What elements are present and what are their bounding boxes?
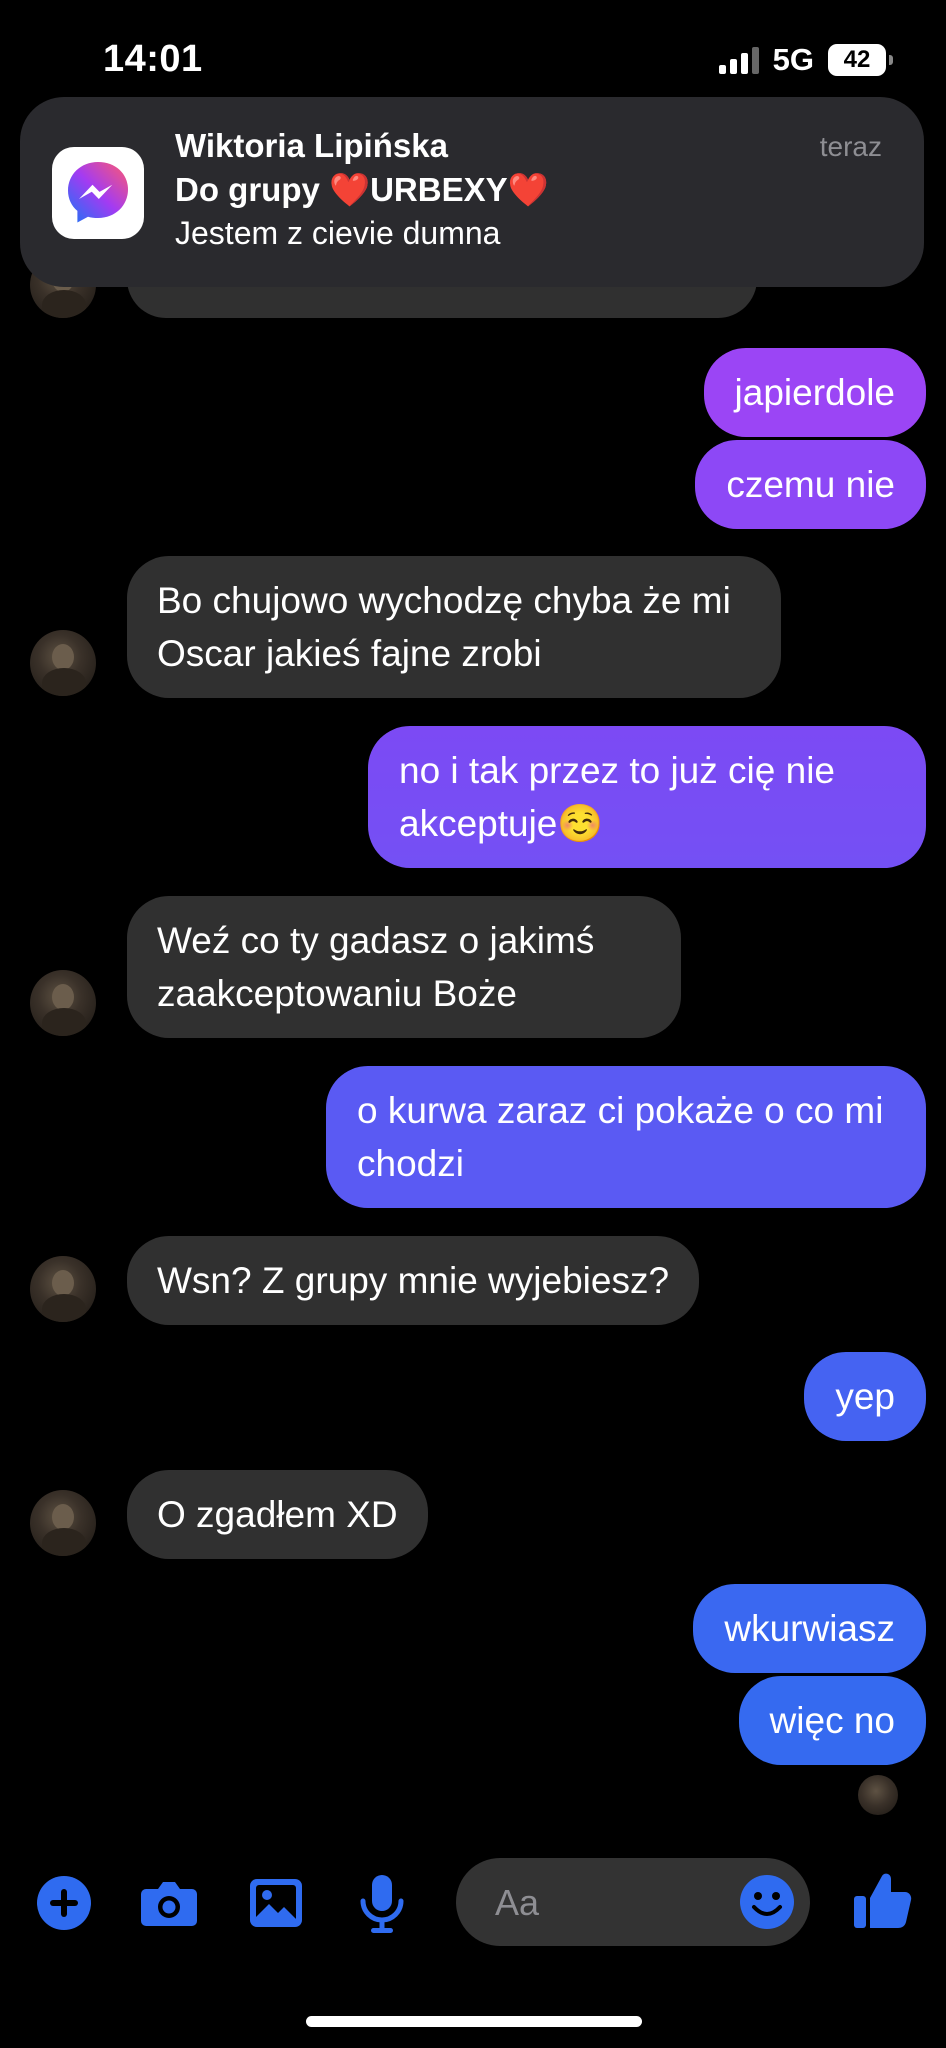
message-sent[interactable]: yep <box>804 1352 926 1441</box>
battery-icon: 42 <box>828 44 893 76</box>
notification-sender: Wiktoria Lipińska <box>175 127 448 164</box>
avatar <box>30 630 96 696</box>
message-sent[interactable]: czemu nie <box>695 440 926 529</box>
notification-time: teraz <box>819 131 882 162</box>
message-sent[interactable]: japierdole <box>703 348 926 437</box>
signal-icon <box>718 46 759 74</box>
message-sent[interactable]: więc no <box>738 1676 926 1765</box>
camera-icon[interactable] <box>138 1873 198 1933</box>
message-input[interactable] <box>493 1858 717 1948</box>
message-received[interactable]: Weź co ty gadasz o jakimś zaakceptowaniu… <box>127 896 681 1038</box>
read-receipt-avatar <box>858 1775 898 1815</box>
notification-banner[interactable]: Wiktoria Lipińska Do grupy ❤️URBEXY❤️ Je… <box>20 97 924 287</box>
messenger-icon <box>52 147 144 239</box>
avatar <box>30 1490 96 1556</box>
message-sent[interactable]: o kurwa zaraz ci pokaże o co mi chodzi <box>326 1066 926 1208</box>
image-icon[interactable] <box>246 1873 306 1933</box>
network-label: 5G <box>772 42 814 77</box>
smiley-icon[interactable] <box>738 1873 796 1931</box>
home-indicator <box>306 2016 642 2027</box>
avatar <box>30 970 96 1036</box>
message-sent[interactable]: wkurwiasz <box>693 1584 926 1673</box>
avatar <box>30 1256 96 1322</box>
plus-circle-icon[interactable] <box>34 1873 94 1933</box>
microphone-icon[interactable] <box>356 1873 416 1933</box>
message-sent[interactable]: no i tak przez to już cię nie akceptuje☺… <box>368 726 926 868</box>
message-received[interactable]: Bo chujowo wychodzę chyba że mi Oscar ja… <box>127 556 781 698</box>
message-composer[interactable] <box>456 1858 810 1948</box>
message-received[interactable]: Wsn? Z grupy mnie wyjebiesz? <box>127 1236 700 1325</box>
thumbs-up-icon[interactable] <box>852 1868 912 1928</box>
status-indicators: 5G 42 <box>718 42 893 78</box>
notification-group: Do grupy ❤️URBEXY❤️ <box>175 171 549 208</box>
message-received[interactable]: O zgadłem XD <box>127 1470 428 1559</box>
battery-level: 42 <box>843 46 871 73</box>
status-time: 14:01 <box>103 38 203 80</box>
notification-body: Jestem z cievie dumna <box>175 215 501 251</box>
